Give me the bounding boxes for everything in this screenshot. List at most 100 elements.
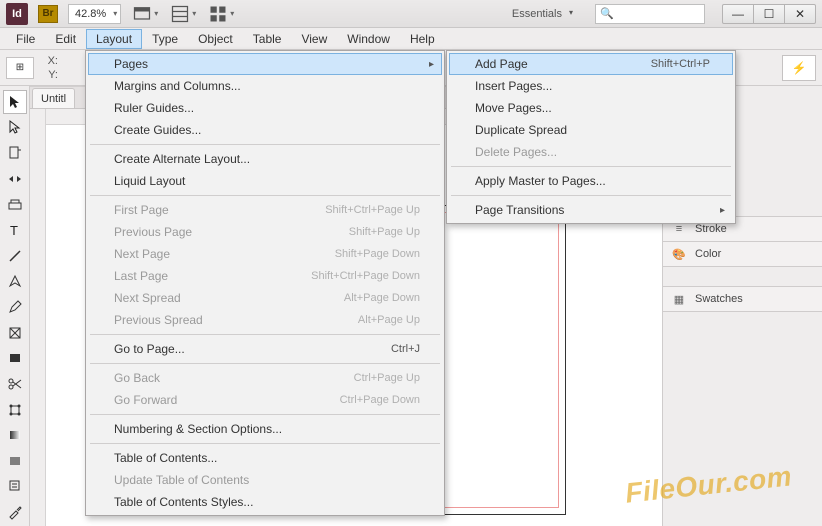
panel-swatches-label: Swatches (695, 293, 743, 305)
menu-item-label: Update Table of Contents (114, 473, 249, 487)
direct-selection-tool-icon[interactable] (3, 116, 27, 140)
menu-object[interactable]: Object (188, 29, 243, 49)
workspace-switcher[interactable]: Essentials (505, 5, 577, 23)
menu-edit[interactable]: Edit (45, 29, 86, 49)
swatches-icon: ▦ (671, 291, 687, 307)
menu-item-shortcut: Shift+Ctrl+Page Down (311, 270, 420, 282)
menu-item-label: Duplicate Spread (475, 123, 567, 137)
pages_submenu-item[interactable]: Duplicate Spread (449, 119, 733, 141)
zoom-dropdown[interactable]: 42.8% (68, 4, 121, 24)
reference-point-icon[interactable]: ⊞ (6, 57, 34, 79)
layout_menu-separator (90, 363, 440, 364)
arrange-docs-icon[interactable] (207, 3, 235, 25)
layout_menu-item[interactable]: Ruler Guides... (88, 97, 442, 119)
rectangle-frame-tool-icon[interactable] (3, 321, 27, 345)
layout_menu-item: Go ForwardCtrl+Page Down (88, 389, 442, 411)
search-input[interactable]: 🔍 (595, 4, 705, 24)
layout_menu-separator (90, 414, 440, 415)
pages_submenu-item[interactable]: Move Pages... (449, 97, 733, 119)
layout_menu-item[interactable]: Margins and Columns... (88, 75, 442, 97)
bridge-icon[interactable]: Br (38, 5, 58, 23)
view-options-icon[interactable] (169, 3, 197, 25)
layout_menu-separator (90, 144, 440, 145)
pages_submenu-item[interactable]: Page Transitions (449, 199, 733, 221)
layout-menu: Pages Margins and Columns... Ruler Guides.… (85, 50, 445, 516)
menu-file[interactable]: File (6, 29, 45, 49)
layout_menu-item[interactable]: Liquid Layout (88, 170, 442, 192)
search-icon: 🔍 (600, 7, 614, 20)
zoom-value: 42.8% (75, 8, 106, 20)
menu-item-label: Liquid Layout (114, 174, 185, 188)
menu-item-label: Table of Contents... (114, 451, 217, 465)
vertical-ruler[interactable] (30, 109, 46, 526)
menu-type[interactable]: Type (142, 29, 188, 49)
layout_menu-item[interactable]: Go to Page...Ctrl+J (88, 338, 442, 360)
pages_submenu-item[interactable]: Apply Master to Pages... (449, 170, 733, 192)
page-tool-icon[interactable] (3, 141, 27, 165)
menu-item-label: Table of Contents Styles... (114, 495, 253, 509)
menu-help[interactable]: Help (400, 29, 445, 49)
scissors-tool-icon[interactable] (3, 372, 27, 396)
pen-tool-icon[interactable] (3, 269, 27, 293)
menu-item-label: First Page (114, 203, 169, 217)
menu-item-shortcut: Shift+Ctrl+P (651, 58, 710, 70)
pages_submenu-item[interactable]: Insert Pages... (449, 75, 733, 97)
menu-table[interactable]: Table (243, 29, 292, 49)
free-transform-tool-icon[interactable] (3, 398, 27, 422)
rectangle-tool-icon[interactable] (3, 346, 27, 370)
layout_menu-item[interactable]: Pages (88, 53, 442, 75)
layout_menu-item[interactable]: Table of Contents... (88, 447, 442, 469)
menu-item-label: Add Page (475, 57, 528, 71)
layout_menu-item: First Page Shift+Ctrl+Page Up (88, 199, 442, 221)
menu-item-label: Next Page (114, 247, 170, 261)
menu-item-label: Move Pages... (475, 101, 552, 115)
quick-apply-icon[interactable]: ⚡ (782, 55, 816, 81)
selection-tool-icon[interactable] (3, 90, 27, 114)
window-controls: — ☐ ✕ (723, 4, 816, 24)
layout_menu-item[interactable]: Numbering & Section Options... (88, 418, 442, 440)
menu-item-label: Apply Master to Pages... (475, 174, 606, 188)
layout_menu-item[interactable]: Create Alternate Layout... (88, 148, 442, 170)
menu-item-label: Margins and Columns... (114, 79, 241, 93)
content-collector-tool-icon[interactable] (3, 193, 27, 217)
y-label: Y: (40, 69, 58, 81)
panel-color[interactable]: 🎨 Color (663, 241, 822, 267)
maximize-button[interactable]: ☐ (753, 4, 785, 24)
menu-layout[interactable]: Layout (86, 29, 142, 49)
screen-mode-icon[interactable] (131, 3, 159, 25)
gradient-swatch-tool-icon[interactable] (3, 423, 27, 447)
layout_menu-item: Next SpreadAlt+Page Down (88, 287, 442, 309)
workspace-label: Essentials (512, 8, 562, 20)
gradient-feather-tool-icon[interactable] (3, 449, 27, 473)
pages_submenu-item[interactable]: Add Page Shift+Ctrl+P (449, 53, 733, 75)
menu-item-shortcut: Alt+Page Up (358, 314, 420, 326)
layout_menu-item[interactable]: Table of Contents Styles... (88, 491, 442, 513)
line-tool-icon[interactable] (3, 244, 27, 268)
close-button[interactable]: ✕ (784, 4, 816, 24)
menu-item-shortcut: Alt+Page Down (344, 292, 420, 304)
gap-tool-icon[interactable] (3, 167, 27, 191)
tools-panel: T (0, 86, 30, 526)
eyedropper-tool-icon[interactable] (3, 500, 27, 524)
menu-item-shortcut: Shift+Ctrl+Page Up (325, 204, 420, 216)
pages-submenu: Add Page Shift+Ctrl+P Insert Pages... Move … (446, 50, 736, 224)
layout_menu-separator (90, 195, 440, 196)
menu-item-shortcut: Ctrl+Page Up (354, 372, 420, 384)
panel-swatches[interactable]: ▦ Swatches (663, 286, 822, 312)
layout_menu-item: Previous SpreadAlt+Page Up (88, 309, 442, 331)
type-tool-icon[interactable]: T (3, 218, 27, 242)
pencil-tool-icon[interactable] (3, 295, 27, 319)
minimize-button[interactable]: — (722, 4, 754, 24)
menu-window[interactable]: Window (337, 29, 400, 49)
note-tool-icon[interactable] (3, 475, 27, 499)
menu-view[interactable]: View (291, 29, 337, 49)
svg-text:T: T (10, 223, 18, 238)
layout_menu-item: Next Page Shift+Page Down (88, 243, 442, 265)
menu-item-shortcut: Ctrl+J (391, 343, 420, 355)
menu-item-shortcut: Shift+Page Down (335, 248, 420, 260)
layout_menu-item: Update Table of Contents (88, 469, 442, 491)
pages_submenu-item: Delete Pages... (449, 141, 733, 163)
menu-item-label: Last Page (114, 269, 168, 283)
layout_menu-item[interactable]: Create Guides... (88, 119, 442, 141)
document-tab[interactable]: Untitl (32, 88, 75, 108)
